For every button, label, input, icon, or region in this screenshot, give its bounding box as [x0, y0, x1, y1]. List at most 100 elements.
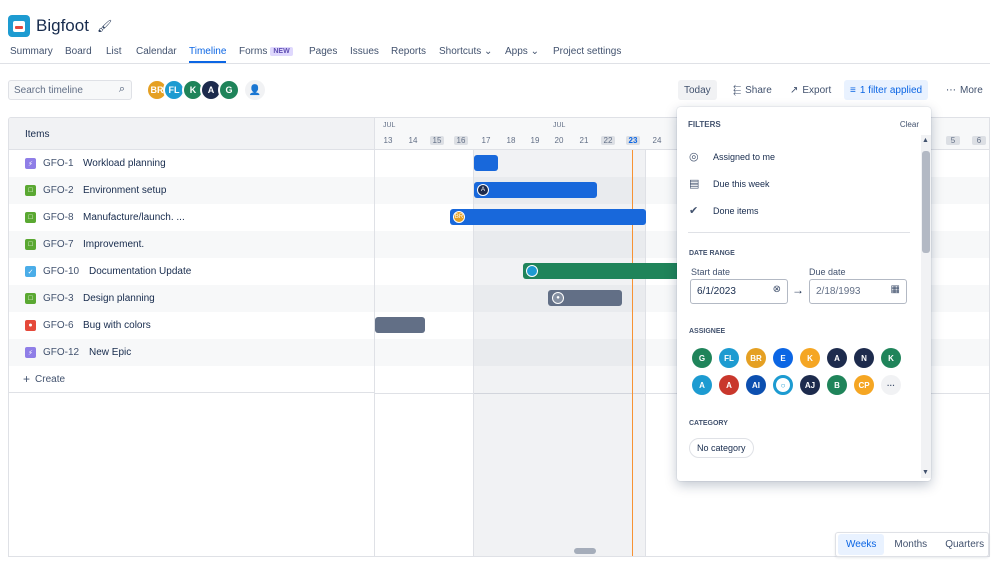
start-date-input[interactable]: 6/1/2023 ⊗ [690, 279, 788, 304]
timeline-bar[interactable] [523, 263, 683, 279]
assignee-avatar[interactable]: A [692, 375, 712, 395]
more-button[interactable]: ⋯More [940, 80, 989, 100]
assignee-avatar[interactable]: AI [746, 375, 766, 395]
list-item[interactable]: □ GFO-3 Design planning [9, 285, 374, 312]
issue-summary[interactable]: Workload planning [83, 158, 166, 169]
issue-summary[interactable]: Improvement. [83, 239, 144, 250]
person-icon: ○ [781, 381, 786, 390]
assignee-avatar[interactable]: AJ [800, 375, 820, 395]
timeline-bar[interactable]: A [474, 182, 597, 198]
filter-done-items[interactable]: ✔ Done items [689, 204, 759, 217]
assignee-avatar[interactable]: BR [746, 348, 766, 368]
issue-key[interactable]: GFO-3 [43, 293, 83, 304]
plus-icon: + [23, 372, 30, 386]
assignee-avatar-default[interactable]: ○ [773, 375, 793, 395]
project-avatar[interactable] [8, 15, 30, 37]
tab-summary[interactable]: Summary [10, 46, 53, 57]
tab-issues[interactable]: Issues [350, 46, 379, 57]
assignee-avatar[interactable]: CP [854, 375, 874, 395]
category-chip[interactable]: No category [689, 438, 754, 458]
filters-title: FILTERS [688, 120, 721, 129]
today-button[interactable]: Today [678, 80, 717, 100]
assignee-avatar[interactable]: K [881, 348, 901, 368]
issue-key[interactable]: GFO-8 [43, 212, 83, 223]
epic-icon: ⚡ [25, 347, 36, 358]
view-months[interactable]: Months [886, 534, 935, 555]
add-people-icon[interactable]: 👤 [245, 80, 265, 100]
create-item-button[interactable]: + Create [9, 366, 374, 393]
assignee-avatar[interactable]: N [854, 348, 874, 368]
issue-key[interactable]: GFO-6 [43, 320, 83, 331]
chevron-down-icon[interactable]: ▼ [922, 469, 929, 476]
tab-reports[interactable]: Reports [391, 46, 426, 57]
share-button[interactable]: ⬱Share [727, 80, 778, 100]
assignee-avatar[interactable]: K [800, 348, 820, 368]
share-label: Share [745, 85, 772, 96]
tab-forms[interactable]: FormsNEW [239, 46, 293, 57]
list-item[interactable]: □ GFO-2 Environment setup [9, 177, 374, 204]
tab-board[interactable]: Board [65, 46, 92, 57]
timeline-bar[interactable]: ● [548, 290, 622, 306]
day-label: 22 [601, 136, 615, 145]
popover-scrollbar[interactable]: ▲ ▼ [921, 135, 931, 478]
issue-key[interactable]: GFO-7 [43, 239, 83, 250]
tab-forms-label: Forms [239, 46, 267, 57]
assignee-avatar[interactable]: A [827, 348, 847, 368]
export-icon: ↗ [790, 85, 798, 96]
clear-icon[interactable]: ⊗ [773, 284, 781, 295]
horizontal-scrollbar[interactable] [574, 548, 596, 554]
tab-list[interactable]: List [106, 46, 122, 57]
list-item[interactable]: ● GFO-6 Bug with colors [9, 312, 374, 339]
list-item[interactable]: ⚡ GFO-12 New Epic [9, 339, 374, 366]
issue-summary[interactable]: Design planning [83, 293, 155, 304]
timeline-bar[interactable] [375, 317, 425, 333]
issue-key[interactable]: GFO-1 [43, 158, 83, 169]
more-assignees-button[interactable]: ··· [881, 375, 901, 395]
tab-shortcuts[interactable]: Shortcuts ⌄ [439, 46, 492, 57]
issue-summary[interactable]: Environment setup [83, 185, 166, 196]
issue-key[interactable]: GFO-12 [43, 347, 89, 358]
list-item[interactable]: □ GFO-7 Improvement. [9, 231, 374, 258]
assignee-avatar[interactable]: B [827, 375, 847, 395]
paint-bucket-icon[interactable]: 🖌 [97, 19, 112, 33]
clear-filters-button[interactable]: Clear [900, 120, 919, 129]
avatar[interactable]: G [218, 79, 240, 101]
chevron-up-icon[interactable]: ▲ [922, 137, 929, 144]
calendar-icon[interactable]: ▦ [891, 284, 900, 295]
person-icon: ● [552, 292, 564, 304]
timeline-bar[interactable]: BR [450, 209, 646, 225]
tab-apps[interactable]: Apps ⌄ [505, 46, 539, 57]
assignee-avatar[interactable]: E [773, 348, 793, 368]
view-quarters[interactable]: Quarters [937, 534, 992, 555]
story-icon: □ [25, 239, 36, 250]
tab-timeline[interactable]: Timeline [189, 46, 226, 57]
assignee-avatar[interactable]: A [719, 375, 739, 395]
tab-pages[interactable]: Pages [309, 46, 337, 57]
tab-project-settings[interactable]: Project settings [553, 46, 621, 57]
scrollbar-thumb[interactable] [922, 151, 930, 253]
view-weeks[interactable]: Weeks [838, 534, 884, 555]
assignee-avatar[interactable]: FL [719, 348, 739, 368]
issue-summary[interactable]: Manufacture/launch. ... [83, 212, 185, 223]
filter-button[interactable]: ≡1 filter applied [844, 80, 928, 100]
list-item[interactable]: ⚡ GFO-1 Workload planning [9, 150, 374, 177]
issue-key[interactable]: GFO-2 [43, 185, 83, 196]
filter-due-this-week[interactable]: ▤ Due this week [689, 177, 770, 190]
issue-summary[interactable]: Bug with colors [83, 320, 151, 331]
new-badge: NEW [270, 47, 292, 56]
issue-key[interactable]: GFO-10 [43, 266, 89, 277]
story-icon: □ [25, 212, 36, 223]
search-timeline-input[interactable]: Search timeline ⌕ [8, 80, 132, 100]
assignee-avatar[interactable]: G [692, 348, 712, 368]
chevron-down-icon: ⌄ [484, 46, 492, 57]
list-item[interactable]: ✓ GFO-10 Documentation Update [9, 258, 374, 285]
issue-summary[interactable]: Documentation Update [89, 266, 191, 277]
list-item[interactable]: □ GFO-8 Manufacture/launch. ... [9, 204, 374, 231]
export-button[interactable]: ↗Export [784, 80, 837, 100]
filter-assigned-to-me[interactable]: ◎ Assigned to me [689, 150, 775, 163]
timeline-bar[interactable] [474, 155, 498, 171]
day-label: 13 [381, 136, 395, 145]
tab-calendar[interactable]: Calendar [136, 46, 177, 57]
issue-summary[interactable]: New Epic [89, 347, 131, 358]
due-date-input[interactable]: 2/18/1993 ▦ [809, 279, 907, 304]
